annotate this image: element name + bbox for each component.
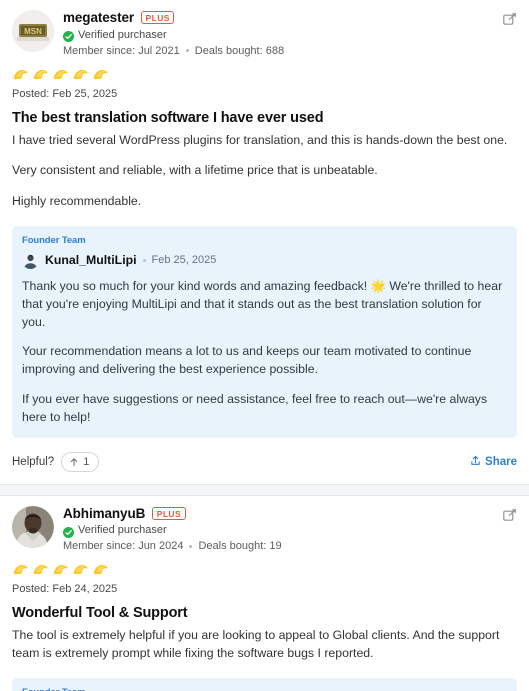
plus-badge: PLUS (141, 11, 175, 25)
review-paragraph: Highly recommendable. (12, 194, 142, 209)
founder-paragraph: If you ever have suggestions or need ass… (22, 392, 488, 424)
reviewer-meta-row: Member since: Jun 2024 Deals bought: 19 (63, 540, 517, 552)
deals-bought: Deals bought: 19 (198, 540, 282, 553)
reviewer-username[interactable]: AbhimanyuB (63, 507, 145, 521)
meta-separator-dot (189, 544, 193, 548)
meta-separator-dot (185, 49, 189, 52)
svg-text:MSN: MSN (24, 27, 42, 36)
review-paragraph: Very consistent and reliable, with a lif… (12, 163, 378, 178)
posted-date: Posted: Feb 25, 2025 (12, 87, 118, 100)
helpful-label: Helpful? (12, 455, 55, 468)
founder-team-label: Founder Team (22, 234, 86, 246)
verified-purchaser-label: Verified purchaser (78, 524, 167, 537)
founder-paragraph: Thank you so much for your kind words an… (22, 278, 503, 329)
founder-team-label: Founder Team (22, 687, 507, 691)
review-title: Wonderful Tool & Support (12, 605, 188, 622)
review-header: MSN megatester PLUS Verified purchaser M… (12, 10, 517, 57)
founder-header: Kunal_MultiLipi Feb 25, 2025 (22, 251, 507, 269)
upvote-button[interactable]: 1 (61, 451, 100, 472)
plus-badge: PLUS (152, 507, 186, 521)
founder-reply: Founder Team Kunal_MultiLipi Feb 24, 202… (12, 677, 517, 691)
taco-icon (32, 66, 49, 83)
review-paragraph: The tool is extremely helpful if you are… (12, 628, 500, 661)
reviewer-name-row: megatester PLUS (63, 11, 517, 25)
rating-tacos (12, 561, 517, 578)
external-link-icon[interactable] (503, 508, 517, 522)
posted-date: Posted: Feb 24, 2025 (12, 583, 118, 596)
reviewer-username[interactable]: megatester (63, 11, 134, 25)
taco-icon (72, 561, 89, 578)
reviewer-identity: megatester PLUS Verified purchaser Membe… (63, 10, 517, 57)
taco-icon (52, 66, 69, 83)
taco-icon (72, 66, 89, 83)
review-paragraph: I have tried several WordPress plugins f… (12, 132, 508, 147)
rating-tacos (12, 66, 517, 83)
review-title: The best translation software I have eve… (12, 109, 324, 126)
share-button[interactable]: Share (470, 453, 517, 471)
review-separator (0, 483, 529, 496)
taco-icon (92, 561, 109, 578)
review-card: AbhimanyuB PLUS Verified purchaser Membe… (0, 495, 529, 691)
taco-icon (92, 66, 109, 83)
taco-icon (12, 561, 29, 578)
reviews-page: MSN megatester PLUS Verified purchaser M… (0, 0, 529, 691)
external-link-icon[interactable] (503, 12, 517, 26)
founder-name[interactable]: Kunal_MultiLipi (45, 253, 137, 267)
reviewer-meta-row: Member since: Jul 2021 Deals bought: 688 (63, 45, 517, 57)
share-icon (470, 453, 481, 471)
review-actions: Helpful? 1 Share (12, 451, 517, 484)
upvote-count: 1 (83, 455, 90, 468)
arrow-up-icon (69, 457, 79, 467)
verified-purchaser-row: Verified purchaser (63, 524, 517, 538)
verified-check-icon (63, 525, 74, 538)
taco-icon (12, 66, 29, 83)
member-since: Member since: Jul 2021 (63, 44, 180, 57)
founder-reply: Founder Team Kunal_MultiLipi Feb 25, 202… (12, 225, 517, 438)
founder-separator-dot (142, 258, 146, 262)
avatar (12, 505, 54, 548)
member-since: Member since: Jun 2024 (63, 540, 184, 553)
founder-avatar (22, 251, 39, 269)
taco-icon (32, 561, 49, 578)
helpful-group: Helpful? 1 (12, 451, 100, 472)
reviewer-identity: AbhimanyuB PLUS Verified purchaser Membe… (63, 506, 517, 552)
verified-purchaser-row: Verified purchaser (63, 28, 517, 42)
reviewer-name-row: AbhimanyuB PLUS (63, 507, 517, 521)
founder-paragraph: Your recommendation means a lot to us an… (22, 344, 472, 377)
share-label: Share (485, 455, 517, 468)
review-header: AbhimanyuB PLUS Verified purchaser Membe… (12, 505, 517, 552)
avatar: MSN (12, 10, 54, 52)
verified-check-icon (63, 29, 74, 42)
taco-icon (52, 561, 69, 578)
review-card: MSN megatester PLUS Verified purchaser M… (0, 0, 529, 484)
founder-reply-date: Feb 25, 2025 (151, 254, 217, 267)
deals-bought: Deals bought: 688 (194, 44, 285, 57)
verified-purchaser-label: Verified purchaser (78, 28, 167, 41)
